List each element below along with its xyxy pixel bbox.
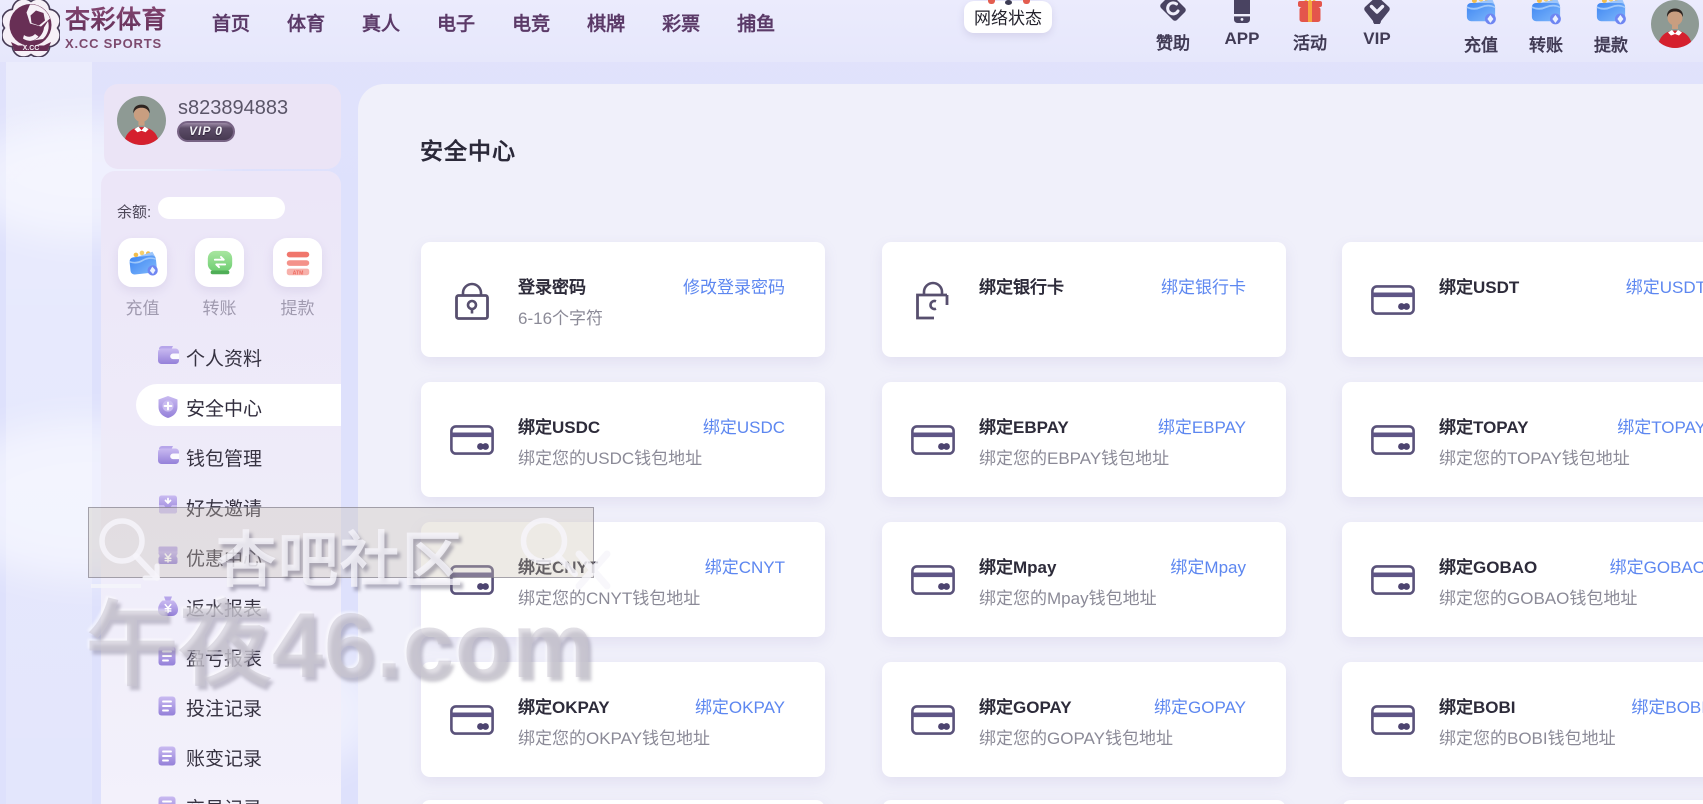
svg-text:ATM: ATM — [292, 270, 303, 276]
